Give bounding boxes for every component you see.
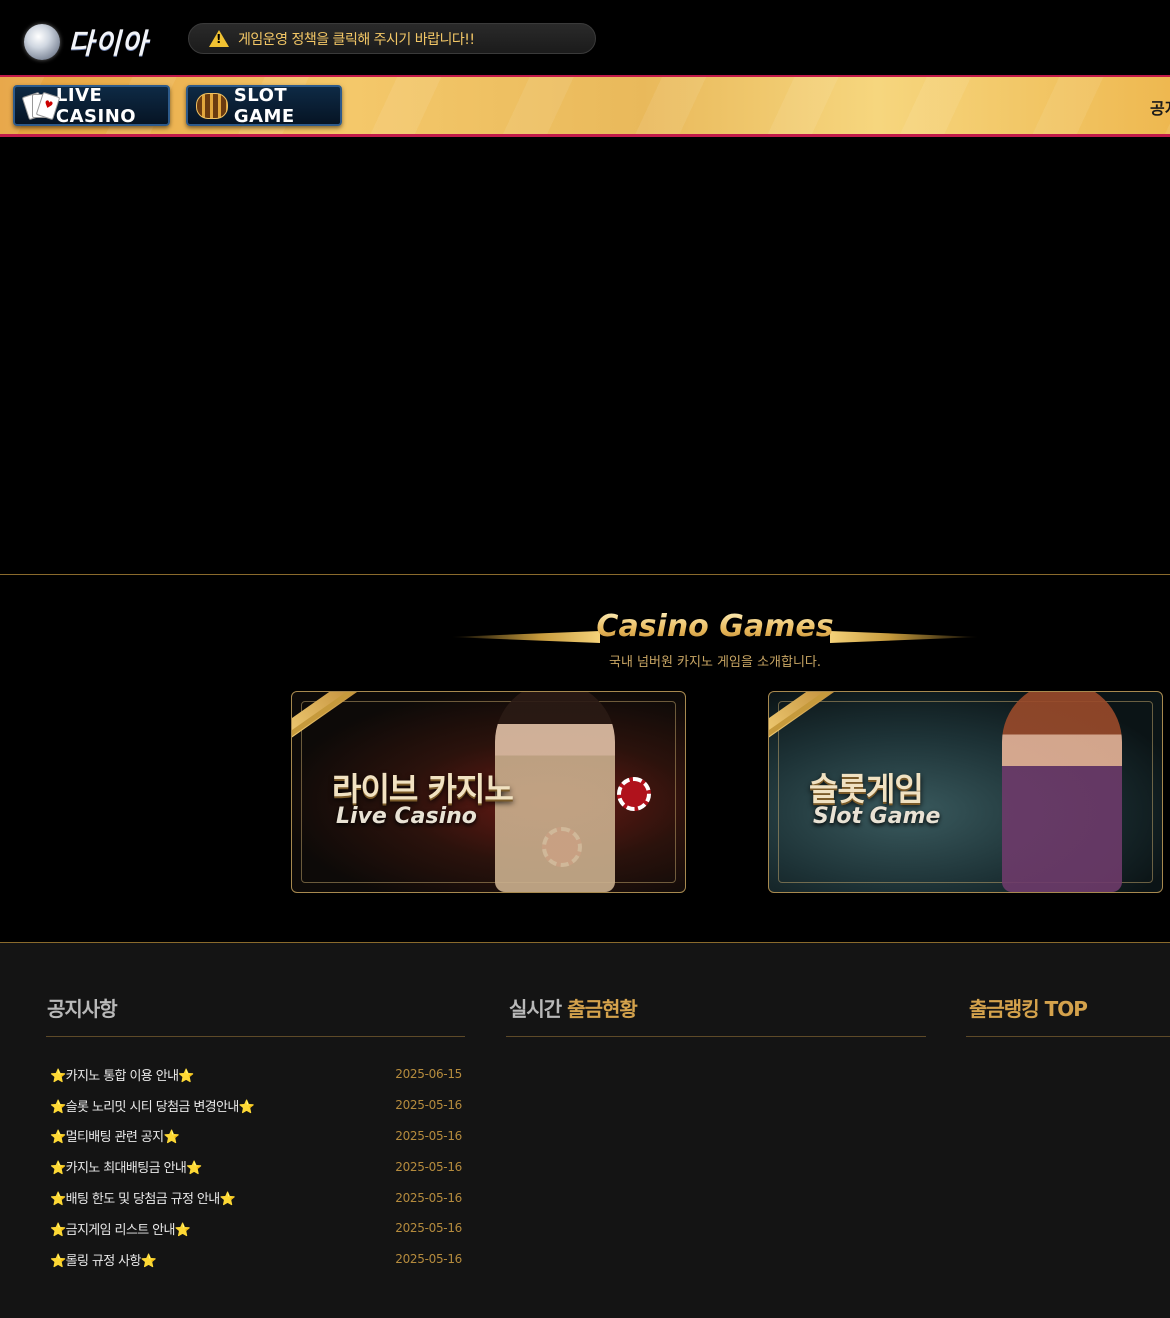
logo-text: 다이아 xyxy=(68,27,149,60)
header: 다이아 게임운영 정책을 클릭해 주시기 바랍니다!! xyxy=(0,0,1170,74)
ranking-panel-title: 출금랭킹 TOP xyxy=(969,997,1088,1021)
dealer-figure xyxy=(495,692,615,892)
list-item[interactable]: ⭐카지노 최대배팅금 안내⭐ 2025-05-16 xyxy=(50,1151,462,1182)
hero-banner-area xyxy=(0,137,1170,574)
slot-reel-icon xyxy=(196,92,228,119)
warning-icon xyxy=(209,30,229,47)
section-subtitle: 국내 넘버원 카지노 게임을 소개합니다. xyxy=(608,655,822,670)
notice-panel-title: 공지사항 xyxy=(47,997,118,1021)
ranking-panel-divider xyxy=(966,1036,1170,1037)
slot-game-title-en: Slot Game xyxy=(813,804,941,829)
game-nav-bar: ♥ LIVE CASINO SLOT GAME 공지 xyxy=(0,75,1170,137)
list-item[interactable]: ⭐슬롯 노리밋 시티 당첨금 변경안내⭐ 2025-05-16 xyxy=(50,1090,462,1121)
casino-games-section: Casino Games 국내 넘버원 카지노 게임을 소개합니다. 라이브 카… xyxy=(0,574,1170,943)
list-item[interactable]: ⭐금지게임 리스트 안내⭐ 2025-05-16 xyxy=(50,1213,462,1244)
list-item[interactable]: ⭐롤링 규정 사항⭐ 2025-05-16 xyxy=(50,1244,462,1275)
live-casino-card[interactable]: 라이브 카지노 Live Casino xyxy=(291,691,686,893)
section-heading: Casino Games 국내 넘버원 카지노 게임을 소개합니다. xyxy=(450,605,980,670)
slot-game-label: SLOT GAME xyxy=(233,84,295,127)
policy-notice-text: 게임운영 정책을 클릭해 주시기 바랍니다!! xyxy=(238,31,475,48)
policy-notice-bar[interactable]: 게임운영 정책을 클릭해 주시기 바랍니다!! xyxy=(188,23,596,54)
info-panels: 공지사항 실시간 출금현황 출금랭킹 TOP ⭐카지노 통합 이용 안내⭐ 202… xyxy=(0,943,1170,1318)
site-logo[interactable]: 다이아 xyxy=(24,22,148,62)
diamond-icon xyxy=(24,24,60,60)
live-casino-label: LIVE CASINO xyxy=(55,84,137,127)
list-item[interactable]: ⭐배팅 한도 및 당첨금 규정 안내⭐ 2025-05-16 xyxy=(50,1182,462,1213)
withdrawal-panel-title: 실시간 출금현황 xyxy=(509,997,638,1021)
slot-game-button[interactable]: SLOT GAME xyxy=(186,84,342,127)
notice-list: ⭐카지노 통합 이용 안내⭐ 2025-06-15 ⭐슬롯 노리밋 시티 당첨금 … xyxy=(50,1059,462,1275)
withdrawal-panel-divider xyxy=(506,1036,926,1037)
list-item[interactable]: ⭐멀티배팅 관련 공지⭐ 2025-05-16 xyxy=(50,1121,462,1152)
live-casino-button[interactable]: ♥ LIVE CASINO xyxy=(13,84,170,127)
casino-chip-icon xyxy=(617,777,651,811)
slot-game-card[interactable]: 슬롯게임 Slot Game xyxy=(768,691,1163,893)
live-casino-title-en: Live Casino xyxy=(336,804,477,829)
notice-marquee[interactable]: 공지 xyxy=(1150,95,1170,119)
playing-cards-icon: ♥ xyxy=(21,91,61,120)
list-item[interactable]: ⭐카지노 통합 이용 안내⭐ 2025-06-15 xyxy=(50,1059,462,1090)
notice-panel-divider xyxy=(46,1036,465,1037)
character-figure xyxy=(1002,692,1122,892)
section-title: Casino Games xyxy=(450,609,980,644)
